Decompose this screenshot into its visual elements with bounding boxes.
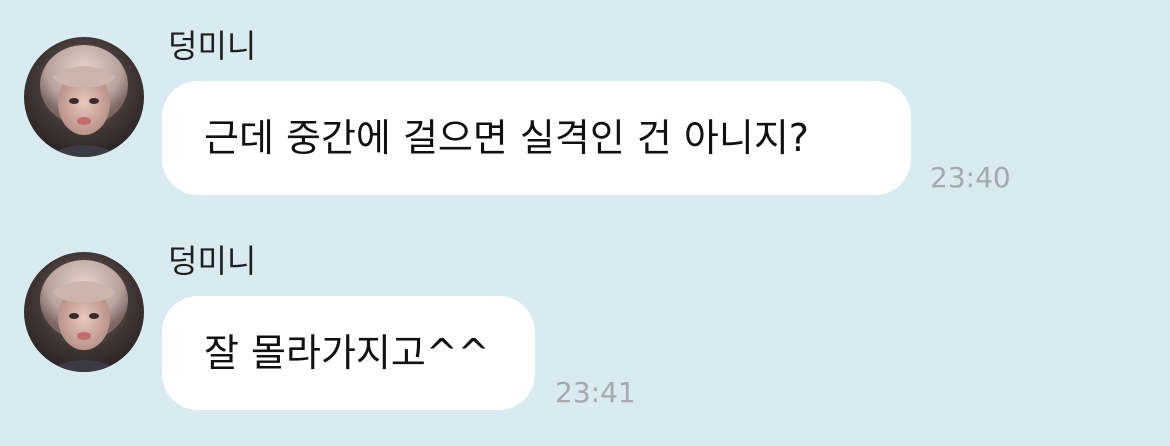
message-row: 덩미니 근데 중간에 걸으면 실격인 건 아니지? 23:40	[0, 0, 1170, 215]
message-row: 덩미니 잘 몰라가지고^^ 23:41	[0, 215, 1170, 446]
message-bubble[interactable]: 근데 중간에 걸으면 실격인 건 아니지?	[162, 81, 911, 195]
avatar[interactable]	[24, 37, 144, 157]
message-timestamp: 23:41	[555, 376, 636, 409]
sender-name: 덩미니	[168, 242, 257, 280]
message-text: 근데 중간에 걸으면 실격인 건 아니지?	[204, 116, 809, 160]
profile-photo-icon	[24, 37, 144, 157]
message-timestamp: 23:40	[930, 161, 1011, 194]
message-text: 잘 몰라가지고^^	[204, 331, 490, 375]
avatar[interactable]	[24, 252, 144, 372]
profile-photo-icon	[24, 252, 144, 372]
message-bubble[interactable]: 잘 몰라가지고^^	[162, 296, 535, 410]
sender-name: 덩미니	[168, 27, 257, 65]
